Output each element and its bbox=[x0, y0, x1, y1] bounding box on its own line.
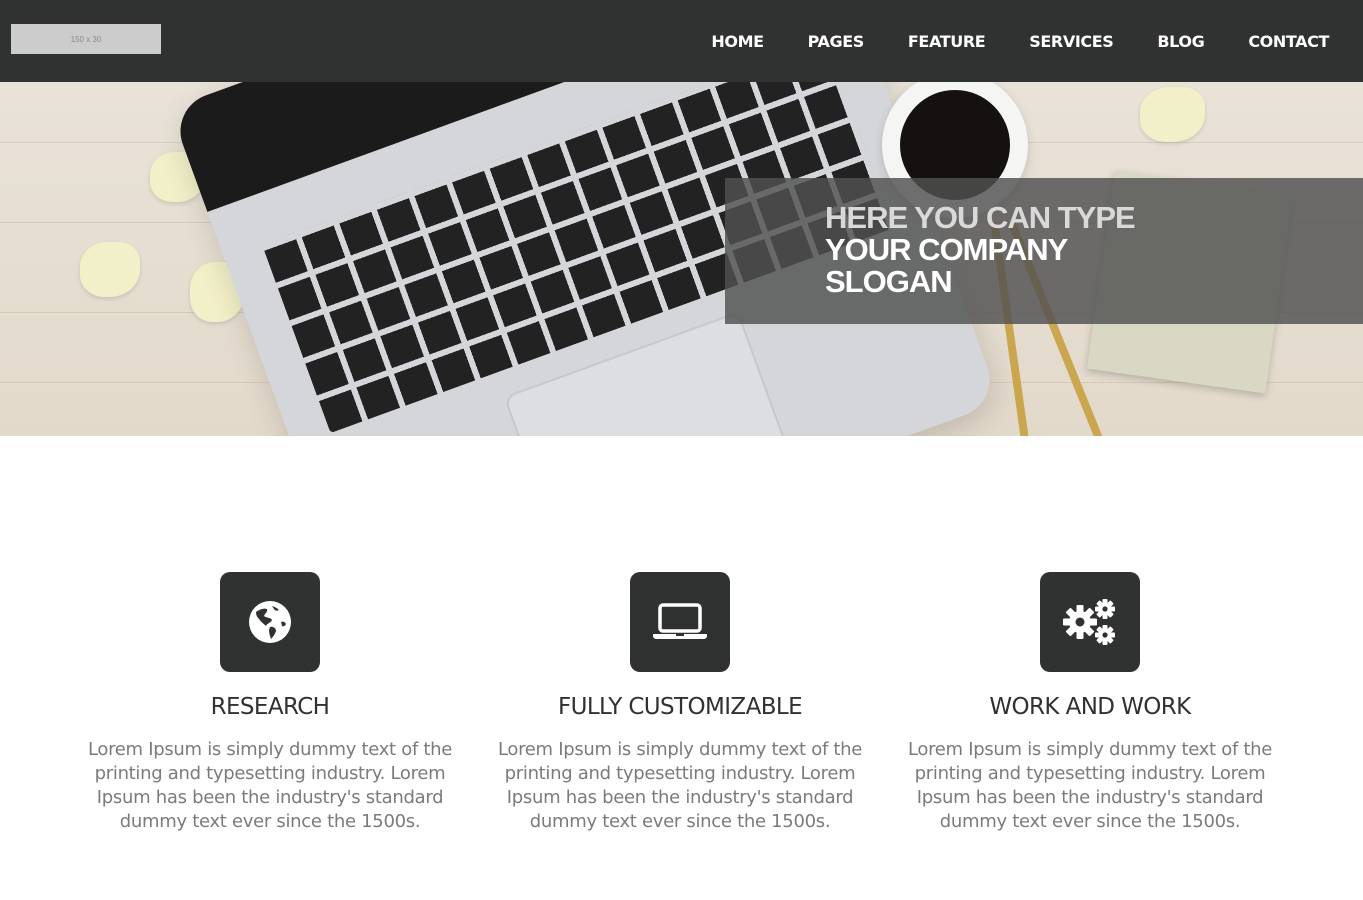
slogan-line-1: HERE YOU CAN TYPE bbox=[825, 200, 1136, 235]
crumpled-paper bbox=[80, 242, 140, 297]
nav-services[interactable]: SERVICES bbox=[1029, 32, 1114, 51]
feature-card-research: RESEARCH Lorem Ipsum is simply dummy tex… bbox=[65, 572, 475, 852]
site-header: 150 x 30 HOME PAGES FEATURE SERVICES BLO… bbox=[0, 0, 1363, 82]
gears-icon bbox=[1040, 572, 1140, 672]
laptop-icon bbox=[630, 572, 730, 672]
feature-card-work: WORK AND WORK Lorem Ipsum is simply dumm… bbox=[885, 572, 1295, 852]
features-section: RESEARCH Lorem Ipsum is simply dummy tex… bbox=[65, 572, 1295, 852]
nav-feature[interactable]: FEATURE bbox=[908, 32, 986, 51]
slogan-line-2: YOUR COMPANY bbox=[825, 232, 1068, 267]
hero-banner: HERE YOU CAN TYPE YOUR COMPANY SLOGAN bbox=[0, 82, 1363, 436]
company-slogan: HERE YOU CAN TYPE YOUR COMPANY SLOGAN bbox=[825, 200, 1136, 299]
slogan-line-3: SLOGAN bbox=[825, 264, 953, 299]
nav-home[interactable]: HOME bbox=[711, 32, 764, 51]
main-nav: HOME PAGES FEATURE SERVICES BLOG CONTACT bbox=[711, 0, 1329, 82]
feature-description: Lorem Ipsum is simply dummy text of the … bbox=[907, 739, 1273, 832]
globe-icon bbox=[220, 572, 320, 672]
feature-title: RESEARCH bbox=[210, 694, 330, 720]
slogan-overlay: HERE YOU CAN TYPE YOUR COMPANY SLOGAN bbox=[725, 178, 1363, 324]
crumpled-paper bbox=[1140, 87, 1205, 142]
nav-contact[interactable]: CONTACT bbox=[1248, 32, 1329, 51]
logo-text: 150 x 30 bbox=[70, 34, 102, 44]
nav-blog[interactable]: BLOG bbox=[1157, 32, 1204, 51]
feature-title: FULLY CUSTOMIZABLE bbox=[557, 694, 803, 720]
feature-description: Lorem Ipsum is simply dummy text of the … bbox=[87, 739, 453, 832]
feature-description: Lorem Ipsum is simply dummy text of the … bbox=[497, 739, 863, 832]
feature-card-customizable: FULLY CUSTOMIZABLE Lorem Ipsum is simply… bbox=[475, 572, 885, 852]
nav-pages[interactable]: PAGES bbox=[808, 32, 865, 51]
feature-title: WORK AND WORK bbox=[989, 694, 1191, 720]
logo-placeholder[interactable]: 150 x 30 bbox=[11, 24, 161, 54]
